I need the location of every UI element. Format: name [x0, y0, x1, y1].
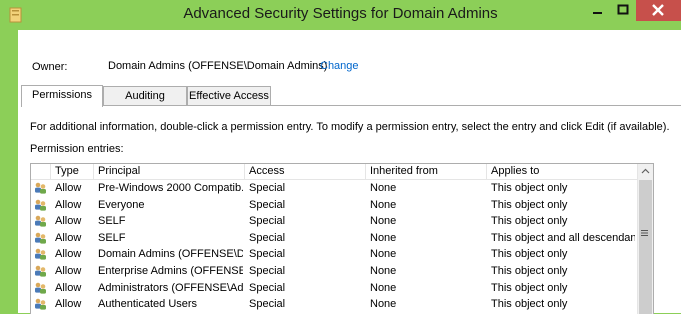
cell-type: Allow: [55, 215, 82, 228]
cell-type: Allow: [55, 198, 82, 211]
cell-principal: SELF: [98, 231, 126, 244]
window-title: Advanced Security Settings for Domain Ad…: [183, 5, 498, 22]
close-button[interactable]: [636, 0, 681, 21]
owner-label: Owner:: [32, 61, 68, 73]
permission-entries-label: Permission entries:: [30, 143, 124, 155]
table-row[interactable]: Allow Administrators (OFFENSE\Ad... Specia…: [31, 280, 637, 297]
users-group-icon: [35, 199, 46, 211]
cell-inherited: None: [370, 182, 397, 194]
cell-applies: This object only: [491, 198, 568, 211]
tab-auditing[interactable]: Auditing: [103, 86, 187, 106]
cell-access: Special: [249, 198, 286, 211]
table-row[interactable]: Allow Everyone Special None This object only: [31, 197, 637, 214]
permission-entries-list[interactable]: Type Principal Access Inherited from App…: [30, 163, 654, 314]
security-settings-window: Advanced Security Settings for Domain Ad…: [0, 0, 681, 314]
users-group-icon: [35, 265, 46, 277]
cell-inherited: None: [370, 264, 397, 277]
cell-applies: This object only: [491, 264, 568, 277]
cell-principal: Pre-Windows 2000 Compatib...: [98, 182, 243, 194]
table-row[interactable]: Allow Authenticated Users Special None This …: [31, 296, 637, 313]
users-group-icon: [35, 298, 46, 310]
cell-inherited: None: [370, 231, 397, 244]
cell-type: Allow: [55, 231, 82, 244]
cell-inherited: None: [370, 198, 397, 211]
tab-effective-access[interactable]: Effective Access: [187, 86, 271, 106]
cell-access: Special: [249, 231, 286, 244]
cell-type: Allow: [55, 281, 82, 294]
icon-column-header: [31, 164, 51, 179]
cell-applies: This object only: [491, 182, 568, 194]
cell-principal: Administrators (OFFENSE\Ad...: [98, 281, 243, 294]
maximize-button[interactable]: [610, 0, 636, 21]
scroll-up-arrow-icon[interactable]: [638, 164, 653, 179]
minimize-icon: [593, 12, 602, 14]
vertical-scrollbar[interactable]: [637, 164, 653, 314]
cell-type: Allow: [55, 182, 82, 194]
users-group-icon: [35, 282, 46, 294]
cell-type: Allow: [55, 264, 82, 277]
maximize-icon: [617, 4, 629, 15]
cell-access: Special: [249, 264, 286, 277]
list-header: Type Principal Access Inherited from App…: [31, 164, 637, 180]
cell-access: Special: [249, 281, 286, 294]
column-header-principal[interactable]: Principal: [94, 164, 245, 179]
cell-principal: Everyone: [98, 198, 145, 211]
cell-applies: This object only: [491, 298, 568, 311]
users-group-icon: [35, 215, 46, 227]
cell-inherited: None: [370, 248, 397, 261]
cell-principal: SELF: [98, 215, 126, 228]
table-row[interactable]: Allow SELF Special None This object only: [31, 213, 637, 230]
table-row[interactable]: Allow Domain Admins (OFFENSE\D... Special N…: [31, 246, 637, 263]
cell-principal: Enterprise Admins (OFFENSE...: [98, 264, 243, 277]
column-header-access[interactable]: Access: [245, 164, 366, 179]
cell-inherited: None: [370, 215, 397, 228]
users-group-icon: [35, 249, 46, 260]
tab-divider: [21, 105, 681, 106]
info-text: For additional information, double-click…: [30, 121, 670, 133]
tab-permissions[interactable]: Permissions: [21, 85, 103, 107]
cell-access: Special: [249, 298, 286, 311]
cell-principal: Domain Admins (OFFENSE\D...: [98, 248, 243, 261]
title-bar[interactable]: Advanced Security Settings for Domain Ad…: [0, 0, 681, 30]
users-group-icon: [35, 232, 46, 244]
list-rows: Allow Pre-Windows 2000 Compatib... Special…: [31, 180, 637, 313]
cell-type: Allow: [55, 298, 82, 311]
dialog-body: Owner: Domain Admins (OFFENSE\Domain Adm…: [18, 30, 681, 314]
users-group-icon: [35, 182, 46, 194]
minimize-button[interactable]: [584, 0, 610, 21]
table-row[interactable]: Allow SELF Special None This object and all …: [31, 230, 637, 247]
content-panel: Owner: Domain Admins (OFFENSE\Domain Adm…: [18, 30, 681, 314]
cell-inherited: None: [370, 281, 397, 294]
table-row[interactable]: Allow Enterprise Admins (OFFENSE... Specia…: [31, 263, 637, 280]
change-owner-link[interactable]: Change: [320, 60, 359, 72]
scrollbar-thumb[interactable]: [639, 180, 652, 314]
cell-applies: This object only: [491, 215, 568, 228]
cell-access: Special: [249, 215, 286, 228]
scroll-grip-icon: [641, 230, 648, 236]
cell-applies: This object and all descendan...: [491, 231, 635, 244]
owner-value: Domain Admins (OFFENSE\Domain Admins): [108, 60, 328, 72]
cell-applies: This object only: [491, 281, 568, 294]
cell-applies: This object only: [491, 248, 568, 261]
cell-principal: Authenticated Users: [98, 298, 198, 311]
table-row[interactable]: Allow Pre-Windows 2000 Compatib... Special…: [31, 180, 637, 197]
close-icon: [652, 4, 664, 16]
column-header-inherited-from[interactable]: Inherited from: [366, 164, 487, 179]
column-header-type[interactable]: Type: [51, 164, 94, 179]
cell-access: Special: [249, 248, 286, 261]
column-header-applies-to[interactable]: Applies to: [487, 164, 637, 179]
cell-inherited: None: [370, 298, 397, 311]
cell-access: Special: [249, 182, 286, 194]
cell-type: Allow: [55, 248, 82, 261]
